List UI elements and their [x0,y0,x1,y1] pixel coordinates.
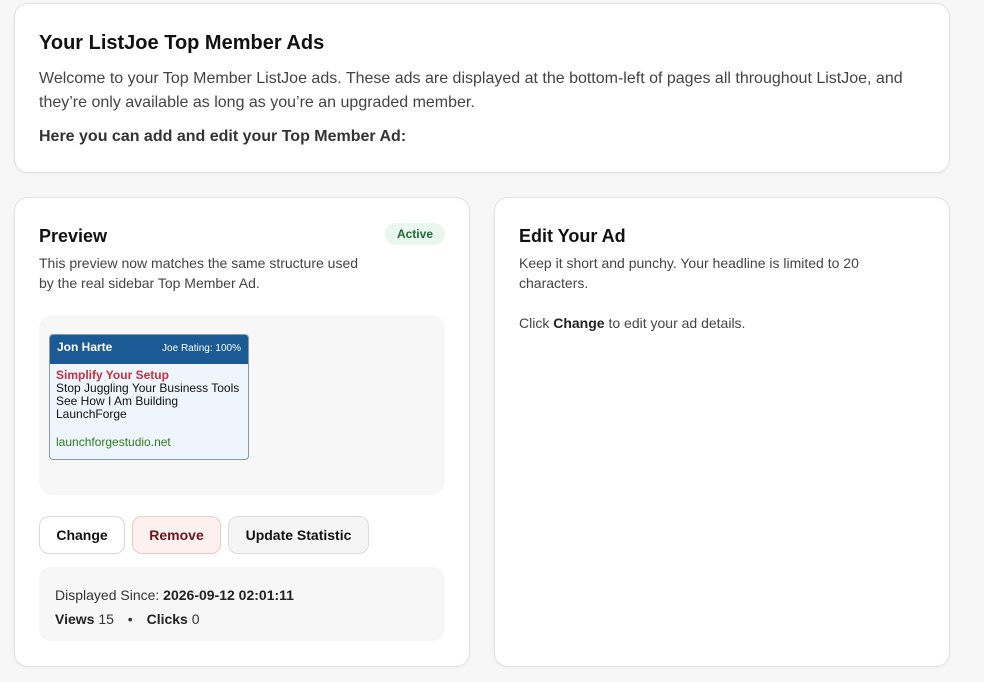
ad-stats-panel: Displayed Since: 2026-09-12 02:01:11 Vie… [39,567,445,641]
intro-description: Welcome to your Top Member ListJoe ads. … [39,70,903,111]
ad-body: Simplify Your Setup Stop Juggling Your B… [50,364,248,449]
ad-line-3: LaunchForge [56,407,127,421]
clicks-value: 0 [191,611,200,627]
stats-separator: • [127,611,133,627]
update-statistic-button[interactable]: Update Statistic [228,516,369,554]
ad-header: Jon Harte Joe Rating: 100% [50,335,248,364]
ad-preview-area: Jon Harte Joe Rating: 100% Simplify Your… [39,315,445,495]
edit-subtitle: Keep it short and punchy. Your headline … [519,255,859,291]
displayed-since-label: Displayed Since: [55,587,160,603]
ad-rating: Joe Rating: 100% [162,343,241,354]
clicks-label: Clicks [146,611,188,627]
edit-hint-pre: Click [519,315,550,331]
ad-url-link[interactable]: launchforgestudio.net [56,436,242,449]
displayed-since-row: Displayed Since: 2026-09-12 02:01:11 [55,583,429,607]
change-button[interactable]: Change [39,516,125,554]
views-label: Views [55,611,95,627]
page-title: Your ListJoe Top Member Ads [39,32,325,54]
status-badge: Active [384,223,445,245]
views-clicks-row: Views 15 • Clicks 0 [55,607,429,631]
edit-hint-change: Change [553,315,605,331]
displayed-since-value: 2026-09-12 02:01:11 [163,587,294,603]
preview-card: Preview Active This preview now matches … [14,197,470,667]
ad-member-name: Jon Harte [57,340,113,354]
edit-card: Edit Your Ad Keep it short and punchy. Y… [494,197,950,667]
views-value: 15 [98,611,114,627]
remove-button[interactable]: Remove [132,516,221,554]
edit-hint: Click Change to edit your ad details. [519,313,925,333]
preview-title: Preview [39,226,108,246]
intro-card: Your ListJoe Top Member Ads Welcome to y… [14,3,950,173]
edit-title: Edit Your Ad [519,226,626,246]
intro-cta: Here you can add and edit your Top Membe… [39,128,407,145]
edit-hint-post: to edit your ad details. [608,315,746,331]
top-member-ad[interactable]: Jon Harte Joe Rating: 100% Simplify Your… [49,334,249,460]
preview-subtitle: This preview now matches the same struct… [39,255,359,291]
